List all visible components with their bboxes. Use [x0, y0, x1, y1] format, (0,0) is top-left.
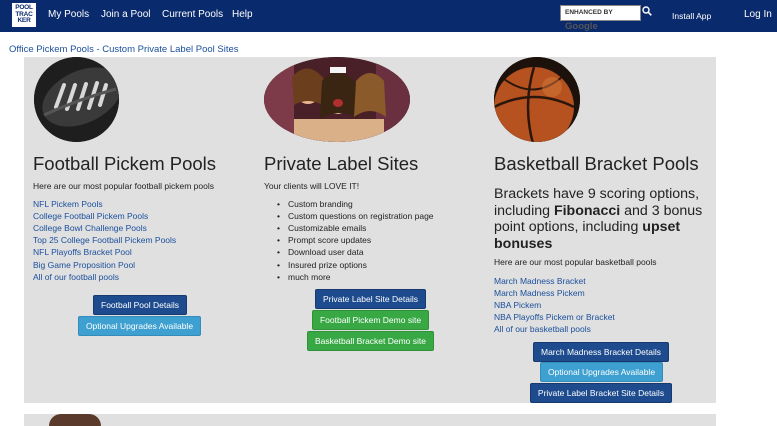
football-upgrades-button[interactable]: Optional Upgrades Available	[78, 316, 201, 336]
private-intro: Your clients will LOVE IT!	[264, 181, 360, 191]
private-bullet-branding: Custom branding	[277, 199, 353, 209]
football-image	[34, 57, 119, 142]
second-panel	[24, 414, 716, 426]
basketball-image	[494, 57, 580, 142]
logo-line-3: KER	[17, 17, 31, 25]
private-bullet-download: Download user data	[277, 247, 364, 257]
link-top25-college-football[interactable]: Top 25 College Football Pickem Pools	[33, 235, 176, 245]
link-nfl-pickem[interactable]: NFL Pickem Pools	[33, 199, 103, 209]
link-nba-playoffs[interactable]: NBA Playoffs Pickem or Bracket	[494, 312, 615, 322]
second-panel-thumbnail	[49, 414, 101, 426]
private-label-details-button[interactable]: Private Label Site Details	[315, 289, 426, 309]
search-prefix: ENHANCED BY	[565, 9, 613, 16]
basketball-title: Basketball Bracket Pools	[494, 153, 699, 174]
nav-log-in[interactable]: Log In	[744, 9, 772, 20]
basketball-intro: Here are our most popular basketball poo…	[494, 257, 657, 267]
private-bullet-questions: Custom questions on registration page	[277, 211, 433, 221]
march-madness-details-button[interactable]: March Madness Bracket Details	[533, 342, 669, 362]
nav-my-pools[interactable]: My Pools	[48, 9, 89, 20]
private-bullet-scores: Prompt score updates	[277, 235, 371, 245]
nav-current-pools[interactable]: Current Pools	[162, 9, 223, 20]
nav-help[interactable]: Help	[232, 9, 253, 20]
search-brand: Google	[565, 21, 598, 32]
top-navbar: POOL TRAC KER My Pools Join a Pool Curre…	[0, 0, 777, 32]
link-college-bowl-challenge[interactable]: College Bowl Challenge Pools	[33, 223, 147, 233]
link-all-football-pools[interactable]: All of our football pools	[33, 272, 119, 282]
private-bullet-more: much more	[277, 272, 330, 282]
link-all-basketball-pools[interactable]: All of our basketball pools	[494, 324, 591, 334]
link-nba-pickem[interactable]: NBA Pickem	[494, 300, 541, 310]
basketball-upgrades-button[interactable]: Optional Upgrades Available	[540, 362, 663, 382]
private-bullet-emails: Customizable emails	[277, 223, 366, 233]
search-icon[interactable]	[642, 6, 652, 16]
link-college-football-pickem[interactable]: College Football Pickem Pools	[33, 211, 148, 221]
private-label-image	[264, 57, 410, 142]
link-big-game-prop[interactable]: Big Game Proposition Pool	[33, 260, 135, 270]
breadcrumb[interactable]: Office Pickem Pools - Custom Private Lab…	[9, 44, 239, 55]
pooltracker-logo[interactable]: POOL TRAC KER	[11, 2, 37, 28]
link-march-madness-bracket[interactable]: March Madness Bracket	[494, 276, 586, 286]
football-pool-details-button[interactable]: Football Pool Details	[93, 295, 187, 315]
basketball-blurb-fibonacci: Fibonacci	[553, 202, 621, 219]
football-demo-button[interactable]: Football Pickem Demo site	[312, 310, 429, 330]
nav-join-a-pool[interactable]: Join a Pool	[101, 9, 150, 20]
private-label-bracket-button[interactable]: Private Label Bracket Site Details	[530, 383, 672, 403]
football-title: Football Pickem Pools	[33, 153, 217, 174]
link-nfl-playoffs-bracket[interactable]: NFL Playoffs Bracket Pool	[33, 247, 132, 257]
basketball-demo-button[interactable]: Basketball Bracket Demo site	[307, 331, 434, 351]
nav-install-app[interactable]: Install App	[672, 11, 711, 21]
private-bullet-insured: Insured prize options	[277, 260, 367, 270]
link-march-madness-pickem[interactable]: March Madness Pickem	[494, 288, 585, 298]
search-input[interactable]: ENHANCED BY Google	[560, 5, 641, 32]
football-intro: Here are our most popular football picke…	[33, 181, 214, 191]
private-title: Private Label Sites	[264, 153, 419, 174]
basketball-blurb: Brackets have 9 scoring options, includi…	[494, 186, 734, 252]
